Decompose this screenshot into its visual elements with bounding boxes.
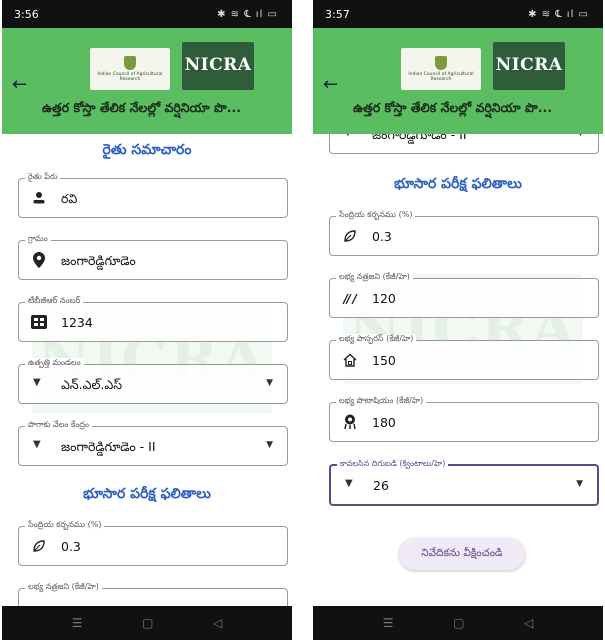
- nitrogen-value: 120: [372, 291, 396, 306]
- nicra-logo-text: NICRA: [184, 55, 252, 75]
- status-time: 3:57: [325, 7, 350, 21]
- auction-center-value: జంగారెడ్డిగూడెం - II: [372, 134, 467, 142]
- app-title: ఉత్తర కోస్తా తేలిక నేలల్లో వర్షినియా పొ.…: [42, 100, 241, 115]
- mandal-label: ఉత్పత్తి మండలం: [25, 358, 84, 369]
- id-card-icon: [31, 314, 47, 330]
- village-field[interactable]: గ్రామం జంగారెడ్డిగూడెం: [18, 234, 288, 280]
- nicra-logo: NICRA: [493, 42, 565, 90]
- village-label: గ్రామం: [25, 234, 51, 245]
- village-value: జంగారెడ్డిగూడెం: [61, 253, 136, 268]
- tbgr-number-field[interactable]: టీబీజీఆర్ నంబర్ 1234: [18, 296, 288, 342]
- dropdown-leading-icon: ▼: [344, 134, 352, 138]
- auction-center-value: జంగారెడ్డిగూడెం - II: [61, 439, 156, 454]
- chevron-down-icon[interactable]: ▼: [266, 378, 273, 388]
- icar-logo: Indian Council of Agricultural Research: [90, 48, 170, 90]
- chevron-down-icon[interactable]: ▼: [576, 479, 583, 489]
- back-arrow-icon[interactable]: ←: [12, 74, 27, 95]
- target-yield-label: కావలసిన దిగుబడి (క్వింటాలు/హె): [337, 459, 449, 470]
- phone-screen-right: 3:57 ✱ ≋ ℄ ıl ▭ ← Indian Council of Agri…: [313, 0, 603, 640]
- phosphorus-field[interactable]: లభ్య పాస్ఫరస్ (కేజీ/హె) 150: [329, 334, 599, 380]
- soil-test-heading: భూసార పరీక్ష ఫలితాలు: [83, 486, 211, 502]
- dropdown-leading-icon: ▼: [345, 478, 353, 489]
- target-yield-dropdown[interactable]: కావలసిన దిగుబడి (క్వింటాలు/హె) ▼ 26 ▼: [329, 459, 599, 506]
- nitrogen-icon: [342, 290, 358, 306]
- nitrogen-field[interactable]: లభ్య నత్రజని (కేజీ/హె) 120: [329, 272, 599, 318]
- form-content[interactable]: NICRA ▼ జంగారెడ్డిగూడెం - II ▼ భూసార పరీ…: [313, 134, 603, 606]
- location-pin-icon: [31, 252, 47, 268]
- organic-carbon-label: సేంద్రియ కర్బనము (%): [336, 210, 416, 221]
- organic-carbon-label: సేంద్రియ కర్బనము (%): [25, 520, 105, 531]
- nitrogen-label: లభ్య నత్రజని (కేజీ/హె): [336, 272, 413, 283]
- status-time: 3:56: [14, 7, 39, 21]
- nicra-logo: NICRA: [182, 42, 254, 90]
- organic-carbon-field[interactable]: సేంద్రియ కర్బనము (%) 0.3: [329, 210, 599, 256]
- leaf-icon: [342, 228, 358, 244]
- status-bar: 3:57 ✱ ≋ ℄ ıl ▭: [313, 0, 603, 28]
- potassium-value: 180: [372, 415, 396, 430]
- back-icon[interactable]: ◁: [524, 616, 533, 630]
- app-title: ఉత్తర కోస్తా తేలిక నేలల్లో వర్షినియా పొ.…: [353, 100, 552, 115]
- phosphorus-label: లభ్య పాస్ఫరస్ (కేజీ/హె): [336, 334, 417, 345]
- nitrogen-label: లభ్య నత్రజని (కేజీ/హె): [25, 582, 102, 593]
- organic-carbon-value: 0.3: [61, 539, 81, 554]
- status-icons: ✱ ≋ ℄ ıl ▭: [217, 8, 278, 20]
- mandal-value: ఎన్.ఎల్.ఎస్: [61, 377, 123, 392]
- app-bar: ← Indian Council of Agricultural Researc…: [2, 28, 292, 134]
- target-yield-value: 26: [373, 478, 389, 493]
- android-nav-bar: ☰ ▢ ◁: [313, 606, 603, 640]
- farmer-name-value: రవి: [61, 191, 78, 206]
- view-report-button[interactable]: నివేదికను వీక్షించండి: [399, 538, 525, 570]
- nicra-logo-text: NICRA: [495, 55, 563, 75]
- mandal-dropdown[interactable]: ఉత్పత్తి మండలం ▼ ఎన్.ఎల్.ఎస్ ▼: [18, 358, 288, 404]
- phone-screen-left: 3:56 ✱ ≋ ℄ ıl ▭ ← Indian Council of Agri…: [2, 0, 292, 640]
- icar-logo: Indian Council of Agricultural Research: [401, 48, 481, 90]
- chevron-down-icon[interactable]: ▼: [266, 440, 273, 450]
- tbgr-number-value: 1234: [61, 315, 93, 330]
- chevron-down-icon[interactable]: ▼: [577, 134, 584, 138]
- icar-emblem-icon: [435, 56, 447, 70]
- nitrogen-field[interactable]: లభ్య నత్రజని (కేజీ/హె): [18, 582, 288, 606]
- icar-logo-text: Indian Council of Agricultural Research: [97, 72, 163, 82]
- status-icons: ✱ ≋ ℄ ıl ▭: [528, 8, 589, 20]
- farmer-name-label: రైతు పేరు: [25, 172, 61, 183]
- back-icon[interactable]: ◁: [213, 616, 222, 630]
- potassium-label: లభ్య పొటాషియం (కేజీ/హె): [336, 396, 427, 407]
- leaf-icon: [31, 538, 47, 554]
- organic-carbon-field[interactable]: సేంద్రియ కర్బనము (%) 0.3: [18, 520, 288, 566]
- potassium-field[interactable]: లభ్య పొటాషియం (కేజీ/హె) 180: [329, 396, 599, 442]
- dropdown-leading-icon: ▼: [33, 377, 41, 388]
- status-bar: 3:56 ✱ ≋ ℄ ıl ▭: [2, 0, 292, 28]
- app-bar: ← Indian Council of Agricultural Researc…: [313, 28, 603, 134]
- potassium-icon: [342, 414, 358, 430]
- android-nav-bar: ☰ ▢ ◁: [2, 606, 292, 640]
- home-icon[interactable]: ▢: [453, 616, 464, 630]
- farmer-name-field[interactable]: రైతు పేరు రవి: [18, 172, 288, 218]
- tbgr-number-label: టీబీజీఆర్ నంబర్: [25, 296, 84, 307]
- auction-center-dropdown[interactable]: పొగాకు వేలం కేంద్రం ▼ జంగారెడ్డిగూడెం - …: [18, 420, 288, 466]
- auction-center-label: పొగాకు వేలం కేంద్రం: [25, 420, 92, 431]
- icar-emblem-icon: [124, 56, 136, 70]
- home-icon[interactable]: ▢: [142, 616, 153, 630]
- soil-test-heading: భూసార పరీక్ష ఫలితాలు: [394, 176, 522, 192]
- person-icon: [31, 190, 47, 206]
- icar-logo-text: Indian Council of Agricultural Research: [408, 72, 474, 82]
- menu-icon[interactable]: ☰: [383, 616, 394, 630]
- back-arrow-icon[interactable]: ←: [323, 74, 338, 95]
- menu-icon[interactable]: ☰: [72, 616, 83, 630]
- home-icon: [342, 352, 358, 368]
- farmer-info-heading: రైతు సమాచారం: [102, 142, 192, 158]
- phosphorus-value: 150: [372, 353, 396, 368]
- organic-carbon-value: 0.3: [372, 229, 392, 244]
- form-content[interactable]: NICRA రైతు సమాచారం రైతు పేరు రవి గ్రామం …: [2, 134, 292, 606]
- auction-center-dropdown-partial[interactable]: ▼ జంగారెడ్డిగూడెం - II ▼: [329, 134, 599, 154]
- dropdown-leading-icon: ▼: [33, 439, 41, 450]
